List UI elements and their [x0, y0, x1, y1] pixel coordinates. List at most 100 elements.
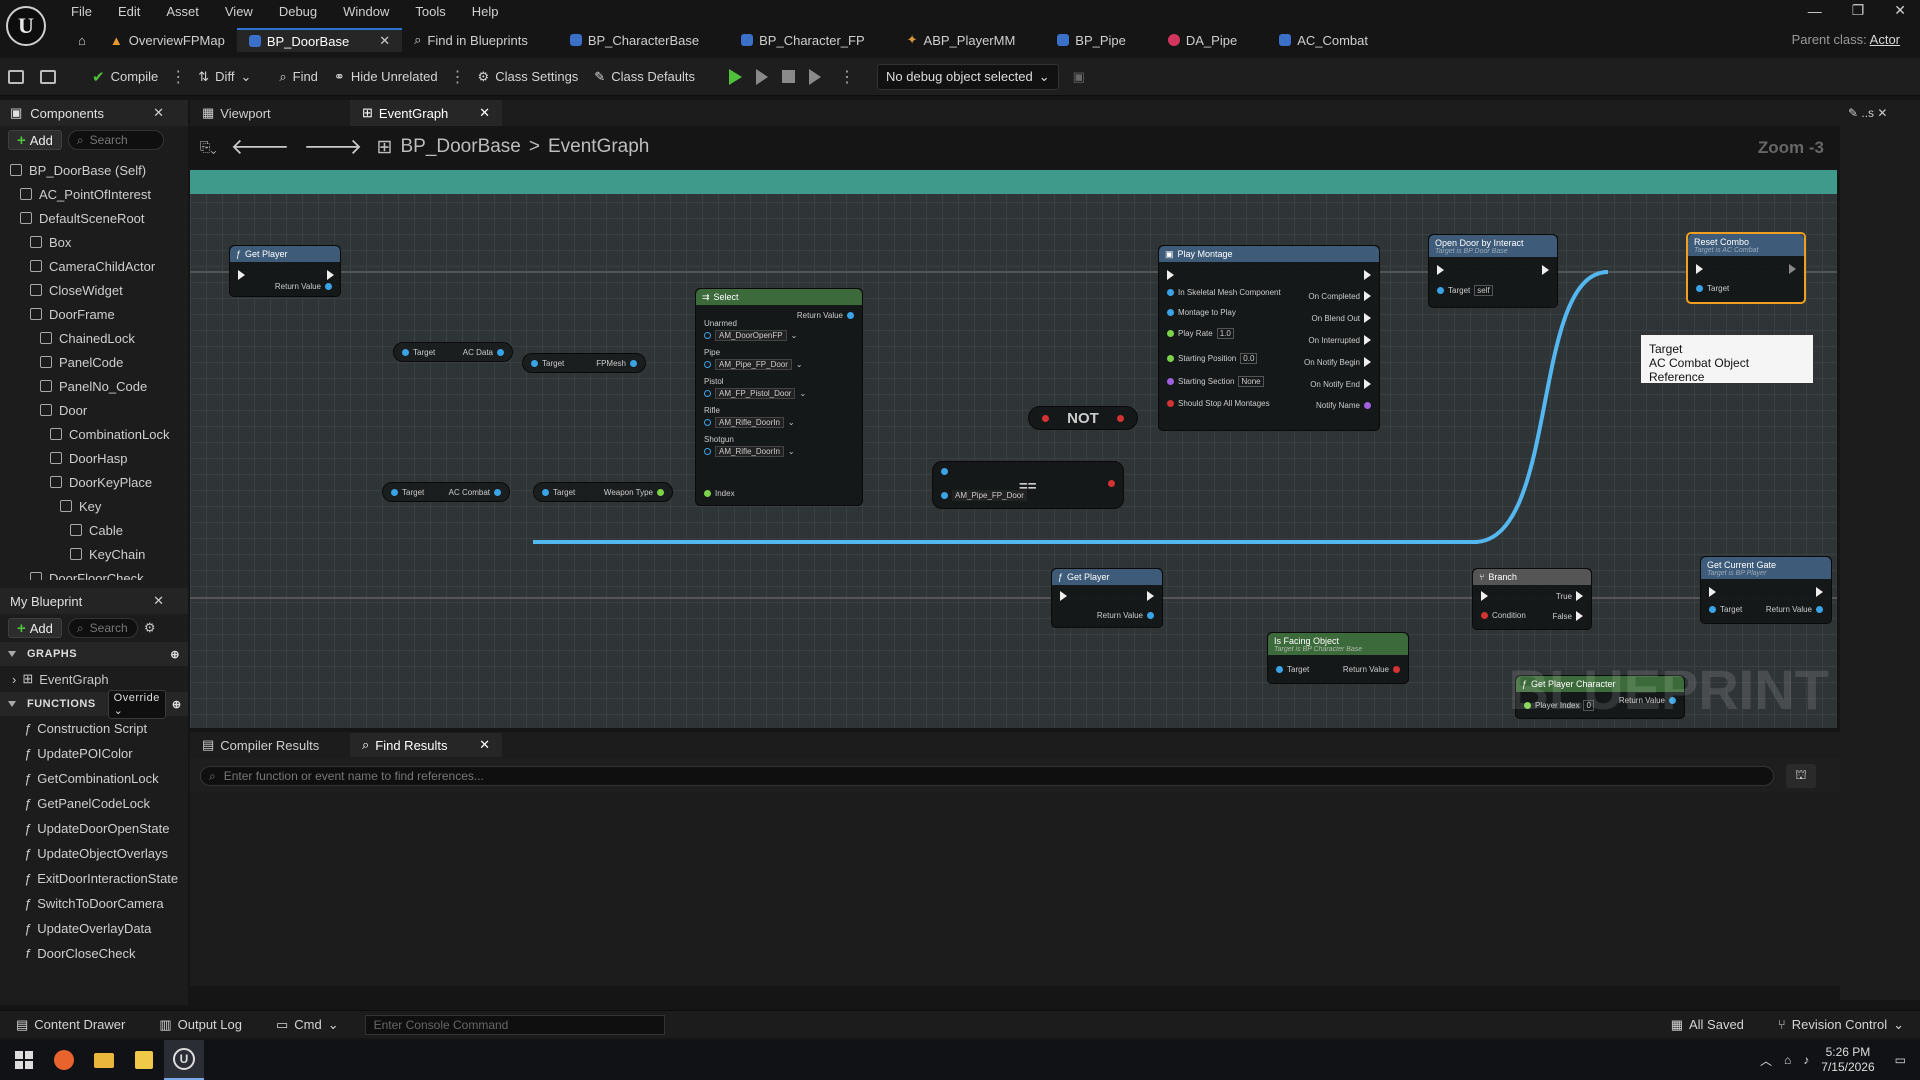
component-tree-item[interactable]: DoorFrame: [0, 302, 188, 326]
unreal-logo-icon[interactable]: U: [6, 6, 46, 46]
component-tree-item[interactable]: PanelCode: [0, 350, 188, 374]
component-tree-item[interactable]: Door: [0, 398, 188, 422]
select-option-value[interactable]: AM_FP_Pistol_Door ⌄: [704, 388, 806, 399]
class-settings-button[interactable]: ⚙ Class Settings: [470, 62, 587, 92]
console-command-input[interactable]: Enter Console Command: [364, 1014, 665, 1035]
add-function-icon[interactable]: ⊕: [172, 698, 182, 711]
cmd-dropdown[interactable]: ▭ Cmd ⌄: [268, 1010, 347, 1040]
tab-da-pipe[interactable]: DA_Pipe: [1156, 28, 1249, 52]
node-var-ac-data[interactable]: Target AC Data: [393, 342, 513, 362]
folder-icon[interactable]: [124, 1040, 164, 1080]
breadcrumb-current[interactable]: EventGraph: [548, 136, 649, 158]
function-item[interactable]: UpdateDoorOpenState: [0, 816, 188, 841]
component-tree-item[interactable]: DoorKeyPlace: [0, 470, 188, 494]
node-reset-combo[interactable]: Reset Combo Target is AC Combat Target: [1686, 232, 1806, 304]
tab-find-in-blueprints[interactable]: ⌕ Find in Blueprints: [402, 28, 540, 52]
menu-edit[interactable]: Edit: [105, 4, 153, 19]
more-options-icon[interactable]: ⋮: [446, 67, 470, 87]
node-select[interactable]: ⇉ Select Return Value Unarmed AM_DoorOpenF…: [695, 288, 863, 506]
component-tree-item[interactable]: Key: [0, 494, 188, 518]
function-item[interactable]: UpdatePOIColor: [0, 741, 188, 766]
select-option-value[interactable]: AM_Rifle_DoorIn ⌄: [704, 417, 795, 428]
component-tree-item[interactable]: DoorFloorCheck: [0, 566, 188, 580]
graph-item-eventgraph[interactable]: › ⊞ EventGraph: [0, 666, 188, 692]
component-tree-item[interactable]: DoorHasp: [0, 446, 188, 470]
tab-compiler-results[interactable]: ▤ Compiler Results: [190, 733, 350, 757]
step-icon[interactable]: [756, 68, 769, 85]
node-get-player-2[interactable]: ƒ Get Player Return Value: [1051, 568, 1163, 628]
bookmark-icon[interactable]: ⎘⌄: [200, 139, 217, 155]
component-tree-item[interactable]: ChainedLock: [0, 326, 188, 350]
details-tab[interactable]: ✎ ..s ✕: [1848, 106, 1887, 120]
save-button[interactable]: [0, 62, 32, 92]
node-get-current-gate[interactable]: Get Current Gate Target is BP Player Targ…: [1700, 556, 1832, 624]
function-item[interactable]: Construction Script: [0, 716, 188, 741]
tab-bp-character-fp[interactable]: BP_Character_FP: [729, 28, 877, 52]
menu-window[interactable]: Window: [330, 4, 402, 19]
close-tab-icon[interactable]: ✕: [379, 33, 390, 49]
tab-bp-pipe[interactable]: BP_Pipe: [1045, 28, 1138, 52]
select-option-value[interactable]: AM_DoorOpenFP ⌄: [704, 330, 797, 341]
back-arrow-icon[interactable]: 🡐: [231, 134, 290, 160]
stop-icon[interactable]: [782, 70, 796, 83]
node-play-montage[interactable]: ▣ Play Montage In Skeletal Mesh Component…: [1158, 245, 1380, 431]
select-option-value[interactable]: AM_Rifle_DoorIn ⌄: [704, 446, 795, 457]
home-icon[interactable]: ⌂: [66, 28, 98, 52]
node-get-player[interactable]: ƒ Get Player Return Value: [229, 245, 341, 297]
revision-control-button[interactable]: ⑂ Revision Control ⌄: [1770, 1010, 1912, 1040]
event-graph-canvas[interactable]: ƒ Get Player Return Value Target AC Data T…: [190, 170, 1837, 728]
tab-bp-characterbase[interactable]: BP_CharacterBase: [558, 28, 711, 52]
breadcrumb-root[interactable]: BP_DoorBase: [400, 136, 520, 158]
my-blueprint-search-input[interactable]: ⌕ Search: [67, 618, 138, 638]
component-tree-item[interactable]: CameraChildActor: [0, 254, 188, 278]
file-explorer-icon[interactable]: [84, 1040, 124, 1080]
find-button[interactable]: ⌕ Find: [271, 62, 326, 92]
menu-debug[interactable]: Debug: [266, 4, 330, 19]
firefox-icon[interactable]: [44, 1040, 84, 1080]
tab-eventgraph[interactable]: ⊞ EventGraph ✕: [350, 100, 502, 126]
close-tab-icon[interactable]: ✕: [479, 737, 490, 753]
notifications-icon[interactable]: ▭: [1895, 1053, 1906, 1067]
function-item[interactable]: SwitchToDoorCamera: [0, 891, 188, 916]
function-item[interactable]: GetCombinationLock: [0, 766, 188, 791]
close-window-button[interactable]: ✕: [1894, 2, 1906, 19]
parent-class-link[interactable]: Actor: [1870, 32, 1900, 47]
functions-section[interactable]: FUNCTIONS Override ⌄ ⊕: [0, 689, 188, 719]
class-defaults-button[interactable]: ✎ Class Defaults: [586, 62, 703, 92]
all-saved-button[interactable]: ▦ All Saved: [1663, 1010, 1752, 1040]
selected-wire[interactable]: [533, 540, 1478, 544]
menu-view[interactable]: View: [212, 4, 266, 19]
components-tab[interactable]: ▣ Components ✕: [0, 100, 188, 126]
close-tab-icon[interactable]: ✕: [479, 105, 490, 121]
component-tree-item[interactable]: KeyChain: [0, 542, 188, 566]
debug-filter-icon[interactable]: ▣: [1073, 69, 1085, 85]
node-not[interactable]: NOT: [1028, 406, 1138, 430]
diff-button[interactable]: ⇅ Diff ⌄: [190, 62, 259, 92]
simulate-icon[interactable]: [809, 68, 822, 85]
minimize-button[interactable]: —: [1808, 3, 1822, 19]
component-tree-item[interactable]: Cable: [0, 518, 188, 542]
node-open-door-by-interact[interactable]: Open Door by Interact Target is BP Door B…: [1428, 234, 1558, 308]
component-tree-item[interactable]: CombinationLock: [0, 422, 188, 446]
component-tree-item[interactable]: Box: [0, 230, 188, 254]
tray-chevron-icon[interactable]: ︿: [1760, 1052, 1772, 1069]
function-item[interactable]: UpdateOverlayData: [0, 916, 188, 941]
component-tree-item[interactable]: CloseWidget: [0, 278, 188, 302]
forward-arrow-icon[interactable]: 🡒: [304, 134, 363, 160]
content-drawer-button[interactable]: ▤ Content Drawer: [8, 1010, 133, 1040]
unreal-taskbar-icon[interactable]: U: [164, 1040, 204, 1080]
node-var-fpmesh[interactable]: Target FPMesh: [522, 353, 646, 373]
tab-bp-doorbase[interactable]: BP_DoorBase ✕: [236, 28, 403, 52]
menu-asset[interactable]: Asset: [153, 4, 212, 19]
component-tree-item[interactable]: BP_DoorBase (Self): [0, 158, 188, 182]
browse-button[interactable]: [32, 62, 64, 92]
compile-options-icon[interactable]: ⋮: [166, 67, 190, 87]
add-graph-icon[interactable]: ⊕: [170, 648, 180, 661]
hide-unrelated-button[interactable]: ⚭ Hide Unrelated: [326, 62, 446, 92]
component-tree-item[interactable]: AC_PointOfInterest: [0, 182, 188, 206]
node-equal[interactable]: AM_Pipe_FP_Door ==: [932, 461, 1124, 509]
component-tree-item[interactable]: PanelNo_Code: [0, 374, 188, 398]
windows-start-icon[interactable]: [4, 1040, 44, 1080]
find-references-input[interactable]: ⌕ Enter function or event name to find re…: [200, 766, 1774, 786]
menu-tools[interactable]: Tools: [402, 4, 458, 19]
